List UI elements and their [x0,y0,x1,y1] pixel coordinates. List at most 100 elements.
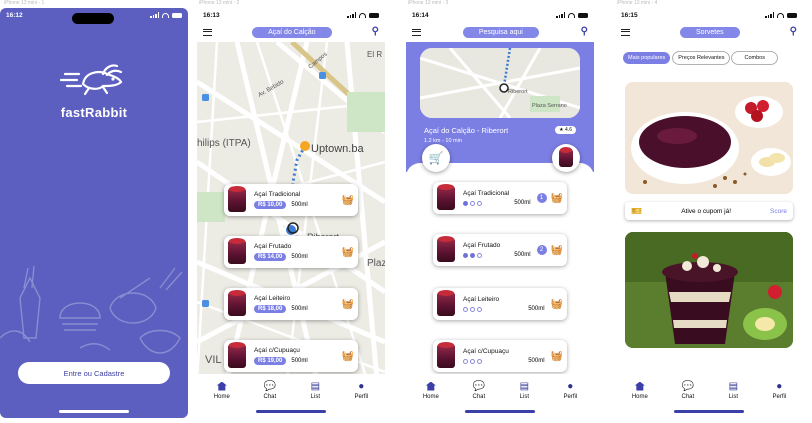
basket-icon[interactable]: 🧺 [551,193,563,204]
nav-home[interactable]: Home [632,381,648,400]
nav-profile[interactable]: ● Perfil [773,381,787,400]
status-time: 16:13 [203,11,220,19]
store-title-pill[interactable]: Açaí do Calção [252,26,332,38]
chat-icon: 💬 [681,380,695,392]
size-selector[interactable] [463,200,482,206]
product-size: 500ml [291,202,308,208]
store-map[interactable]: Riberort Plaza Serrano [420,48,580,118]
product-size: 500ml [291,306,308,312]
bottom-nav: Home 💬 Chat ▤ List ● Perfil [197,374,385,406]
product-size: 500ml [514,200,531,206]
home-indicator [256,410,326,413]
rating-badge: ★ 4.6 [555,126,576,134]
basket-icon[interactable]: 🧺 [551,245,563,256]
wifi-icon [359,12,366,18]
tab-precos-relevantes[interactable]: Preços Relevantes [673,52,730,64]
nav-chat[interactable]: 💬 Chat [682,381,695,400]
sorvetes-screen: 16:15 Sorvetes ⚲ Mais populares Preços R… [615,8,803,418]
chat-icon: 💬 [472,380,486,392]
nav-list[interactable]: ▤ List [519,381,530,400]
frame-label: iPhone 13 mini - 2 [199,0,240,6]
wifi-icon [568,12,575,18]
product-name: Açaí Frutado [254,243,292,250]
product-size: 500ml [528,358,545,364]
home-indicator [465,410,535,413]
acai-cup-image [228,342,246,368]
nav-chat[interactable]: 💬 Chat [473,381,486,400]
top-nav: Pesquisa aqui ⚲ [406,24,594,40]
product-name: Açaí Tradicional [463,190,510,197]
menu-icon[interactable] [412,28,421,36]
nav-home[interactable]: Home [423,381,439,400]
battery-icon [787,12,797,18]
quantity-badge: 1 [536,193,547,203]
nav-label: Chat [263,393,277,400]
size-selector[interactable] [463,306,482,312]
product-card[interactable]: Açaí Frutado 500ml 2 🧺 [433,234,567,266]
product-card[interactable]: Açaí Frutado R$ 14,00 500ml 🧺 [224,236,358,268]
nav-list[interactable]: ▤ List [310,381,321,400]
top-nav: Sorvetes ⚲ [615,24,803,40]
product-card[interactable]: Açaí Leiteiro R$ 18,00 500ml 🧺 [224,288,358,320]
size-selector[interactable] [463,358,482,364]
acai-bowl-photo[interactable] [625,82,793,194]
search-pill[interactable]: Pesquisa aqui [462,26,539,38]
product-card[interactable]: Açaí Leiteiro 500ml 🧺 [433,288,567,320]
nav-list[interactable]: ▤ List [728,381,739,400]
product-card[interactable]: Açaí Tradicional 500ml 1 🧺 [433,182,567,214]
product-card[interactable]: Açaí c/Cupuaçu R$ 19,00 500ml 🧺 [224,340,358,372]
coupon-banner[interactable]: 🎫 Ative o cupom já! Score [625,202,793,220]
nav-label: Chat [681,393,695,400]
nav-home[interactable]: Home [214,381,230,400]
nav-label: Home [631,393,648,400]
acai-cup-photo[interactable] [625,232,793,348]
coupon-score-link[interactable]: Score [770,208,787,215]
nav-profile[interactable]: ● Perfil [564,381,578,400]
nav-label: List [310,393,321,400]
menu-icon[interactable] [203,28,212,36]
basket-icon[interactable]: 🧺 [342,299,354,310]
rabbit-icon [59,64,123,96]
splash-screen: 16:12 fastRabbit Entre ou Cadastre [0,8,188,418]
search-icon[interactable]: ⚲ [581,27,588,37]
nav-label: Perfil [354,393,369,400]
rating-value: 4.6 [565,127,572,133]
search-icon[interactable]: ⚲ [790,27,797,37]
search-icon[interactable]: ⚲ [372,27,379,37]
cart-icon[interactable]: 🛒 [422,144,450,172]
acai-cup-image [437,290,455,316]
acai-cup-image [228,290,246,316]
acai-cup-image [437,342,455,368]
login-signup-button[interactable]: Entre ou Cadastre [18,362,170,384]
category-title-pill[interactable]: Sorvetes [680,26,740,38]
product-card[interactable]: Açaí Tradicional R$ 10,00 500ml 🧺 [224,184,358,216]
basket-icon[interactable]: 🧺 [342,247,354,258]
basket-icon[interactable]: 🧺 [342,195,354,206]
nav-chat[interactable]: 💬 Chat [264,381,277,400]
home-indicator [59,410,129,413]
store-name: Açaí do Calção - Riberort [424,126,509,135]
basket-icon[interactable]: 🧺 [342,351,354,362]
menu-icon[interactable] [621,28,630,36]
frame-label: iPhone 13 mini - 3 [408,0,449,6]
battery-icon [369,12,379,18]
product-price: R$ 14,00 [254,253,287,261]
acai-cup-image [437,236,455,262]
map-label: Uptown.ba [311,143,364,155]
acai-thumbnail[interactable] [552,144,580,172]
tab-combos[interactable]: Combos [732,52,777,64]
status-time: 16:14 [412,11,429,19]
tab-mais-populares[interactable]: Mais populares [623,52,671,64]
product-size: 500ml [528,306,545,312]
home-icon [634,381,645,391]
size-selector[interactable] [463,252,482,258]
chat-icon: 💬 [263,380,277,392]
product-card[interactable]: Açaí c/Cupuaçu 500ml 🧺 [433,340,567,372]
basket-icon[interactable]: 🧺 [551,299,563,310]
nav-label: Home [213,393,230,400]
frame-label: iPhone 13 mini - 1 [4,0,45,6]
nav-profile[interactable]: ● Perfil [355,381,369,400]
brand-name: fastRabbit [60,105,128,120]
basket-icon[interactable]: 🧺 [551,351,563,362]
product-price: R$ 10,00 [254,201,287,209]
